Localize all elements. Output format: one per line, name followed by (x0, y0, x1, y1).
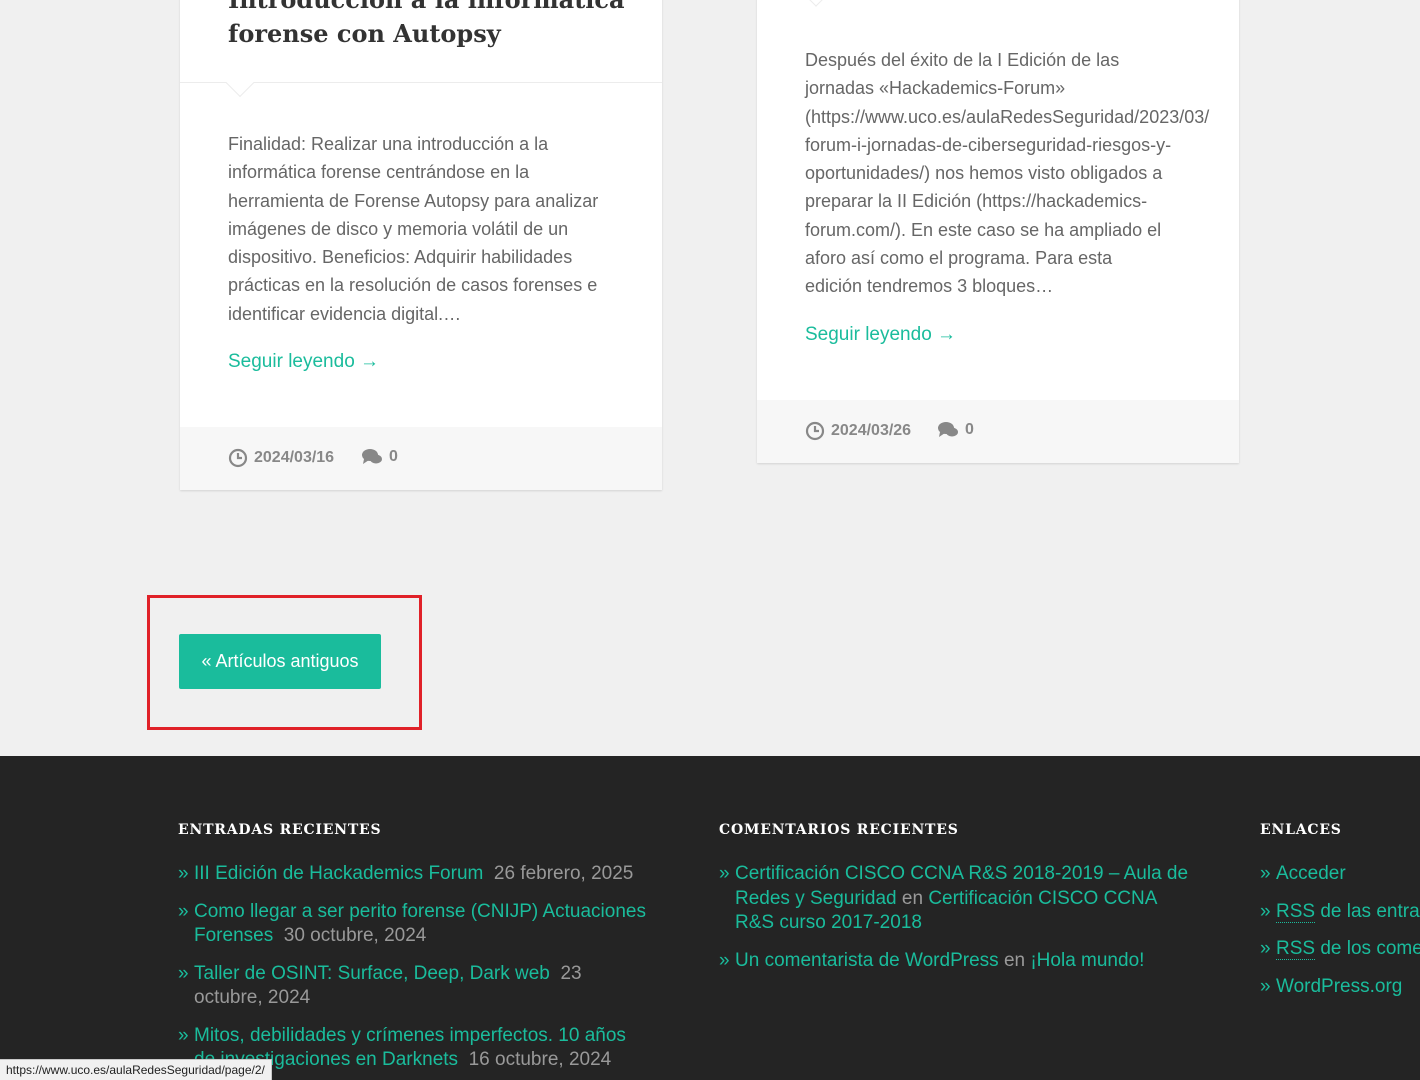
recent-post-link[interactable]: III Edición de Hackademics Forum (194, 863, 483, 884)
list-item: Un comentarista de WordPress en ¡Hola mu… (719, 949, 1189, 974)
divider-notch (803, 0, 829, 7)
links-list: Acceder RSS de las entradas RSS de los c… (1260, 862, 1420, 999)
recent-comments-widget: COMENTARIOS RECIENTES Certificación CISC… (719, 822, 1189, 986)
list-item: WordPress.org (1260, 975, 1420, 1000)
comments-rss-link[interactable]: RSS de los comentarios (1276, 938, 1420, 960)
comments-icon (938, 422, 958, 437)
entries-rss-link[interactable]: RSS de las entradas (1276, 900, 1420, 923)
footer: ENTRADAS RECIENTES III Edición de Hackad… (0, 756, 1420, 1080)
clock-icon (228, 448, 248, 468)
list-item: Certificación CISCO CCNA R&S 2018-2019 –… (719, 862, 1189, 936)
post-card: Introducción a la informática forense co… (180, 0, 662, 490)
clock-icon (805, 421, 825, 441)
status-bar-url: https://www.uco.es/aulaRedesSeguridad/pa… (0, 1059, 272, 1080)
post-title[interactable]: Introducción a la informática forense co… (228, 0, 625, 51)
login-link[interactable]: Acceder (1276, 863, 1346, 884)
post-comments[interactable]: 0 (937, 421, 974, 439)
connector-text: en (901, 887, 924, 909)
post-excerpt: Después del éxito de la I Edición de las… (805, 50, 1210, 297)
list-item: Como llegar a ser perito forense (CNIJP)… (178, 900, 648, 949)
list-item: III Edición de Hackademics Forum 26 febr… (178, 862, 648, 887)
post-date: 26 febrero, 2025 (493, 863, 634, 884)
comment-post-link[interactable]: ¡Hola mundo! (1030, 950, 1144, 971)
list-item: Taller de OSINT: Surface, Deep, Dark web… (178, 962, 648, 1011)
widget-title: ENLACES (1260, 822, 1342, 838)
recent-posts-list: III Edición de Hackademics Forum 26 febr… (178, 862, 648, 1073)
post-comments[interactable]: 0 (361, 448, 398, 466)
links-widget: ENLACES Acceder RSS de las entradas RSS … (1260, 822, 1420, 1012)
widget-title: COMENTARIOS RECIENTES (719, 822, 959, 838)
post-card: Después del éxito de la I Edición de las… (757, 0, 1239, 463)
recent-posts-widget: ENTRADAS RECIENTES III Edición de Hackad… (178, 822, 648, 1080)
wordpress-org-link[interactable]: WordPress.org (1276, 976, 1402, 997)
read-more-link[interactable]: Seguir leyendo → (228, 351, 379, 373)
recent-comments-list: Certificación CISCO CCNA R&S 2018-2019 –… (719, 862, 1189, 973)
post-date[interactable]: 2024/03/26 (805, 421, 911, 441)
post-date: 30 octubre, 2024 (283, 925, 427, 946)
post-date[interactable]: 2024/03/16 (228, 448, 334, 468)
comments-icon (362, 449, 382, 464)
connector-text: en (1003, 949, 1026, 971)
list-item: RSS de los comentarios (1260, 937, 1420, 962)
list-item: Acceder (1260, 862, 1420, 887)
post-date: 16 octubre, 2024 (468, 1049, 612, 1070)
post-meta: 2024/03/26 0 (757, 400, 1239, 463)
read-more-link[interactable]: Seguir leyendo → (805, 324, 956, 346)
post-excerpt: Finalidad: Realizar una introducción a l… (228, 134, 599, 324)
list-item: RSS de las entradas (1260, 900, 1420, 925)
recent-post-link[interactable]: Taller de OSINT: Surface, Deep, Dark web (194, 963, 550, 984)
post-meta: 2024/03/16 0 (180, 427, 662, 490)
comment-author-link[interactable]: Un comentarista de WordPress (735, 950, 999, 971)
divider-notch (225, 68, 255, 98)
widget-title: ENTRADAS RECIENTES (178, 822, 382, 838)
older-articles-button[interactable]: « Artículos antiguos (179, 634, 381, 689)
